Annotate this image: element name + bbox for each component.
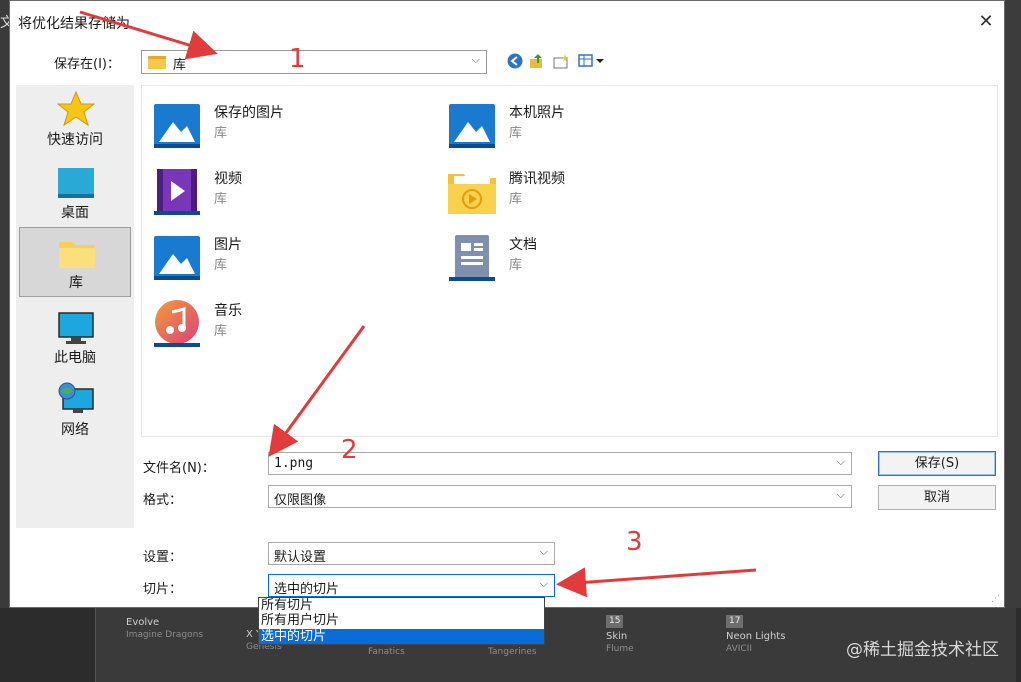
filename-label: 文件名(N)： <box>143 461 215 476</box>
place-quick-access[interactable]: 快速访问 <box>19 85 131 155</box>
dialog-title: 将优化结果存储为 <box>18 16 130 32</box>
save-in-label: 保存在(I)： <box>54 57 120 72</box>
save-in-value: 库 <box>173 58 187 73</box>
chevron-down-icon: ⌵ <box>539 545 548 558</box>
background-tile: Tangerines <box>488 647 537 657</box>
desktop-icon <box>58 168 94 198</box>
documents-library-icon <box>449 235 495 281</box>
videos-library-icon <box>154 169 200 215</box>
watermark: @稀土掘金技术社区 <box>846 640 999 660</box>
list-item[interactable]: 视频 库 <box>144 162 434 222</box>
item-type: 库 <box>214 126 228 141</box>
save-button[interactable]: 保存(S) <box>878 451 996 476</box>
place-label: 桌面 <box>61 205 89 221</box>
view-menu-button[interactable] <box>578 52 606 70</box>
dropdown-option[interactable]: 所有切片 <box>259 598 544 613</box>
places-bar: 快速访问 桌面 库 此电脑 网络 <box>16 85 134 528</box>
dropdown-option[interactable]: 所有用户切片 <box>259 613 544 628</box>
item-name: 视频 <box>214 171 242 187</box>
format-label: 格式： <box>143 493 183 508</box>
item-name: 保存的图片 <box>214 105 284 121</box>
star-icon <box>57 91 95 127</box>
filename-value: 1.png <box>274 456 314 471</box>
background-tile: Evolve Imagine Dragons <box>126 617 204 640</box>
item-name: 腾讯视频 <box>509 171 565 187</box>
new-folder-button[interactable] <box>552 52 570 70</box>
resize-grip[interactable]: ⋰ <box>991 594 1000 604</box>
item-name: 本机照片 <box>509 105 565 121</box>
list-item[interactable]: 保存的图片 库 <box>144 96 434 156</box>
item-type: 库 <box>509 192 523 207</box>
annotation-number: 1 <box>289 44 306 74</box>
list-item[interactable]: 音乐 库 <box>144 294 434 354</box>
pictures-library-icon <box>154 104 200 148</box>
item-type: 库 <box>214 192 228 207</box>
slices-label: 切片： <box>143 582 183 597</box>
place-library[interactable]: 库 <box>19 227 131 297</box>
back-button[interactable] <box>506 52 524 70</box>
view-grid-icon <box>578 54 604 67</box>
up-folder-icon <box>530 54 542 68</box>
chevron-down-icon: ⌵ <box>836 455 845 468</box>
background-tile: 17 Neon Lights AVICII <box>726 615 786 654</box>
dropdown-option[interactable]: 选中的切片 <box>259 629 544 644</box>
item-type: 库 <box>214 324 228 339</box>
library-folder-icon <box>59 242 95 268</box>
title-bar: 将优化结果存储为 ✕ <box>10 1 1004 41</box>
settings-label: 设置： <box>143 550 183 565</box>
annotation-number: 2 <box>341 435 358 465</box>
settings-select[interactable]: 默认设置 ⌵ <box>268 542 555 565</box>
up-one-level-button[interactable] <box>528 52 546 70</box>
annotation-number: 3 <box>626 527 643 557</box>
pictures-library-icon <box>154 236 200 280</box>
slices-value: 选中的切片 <box>274 582 340 597</box>
place-this-pc[interactable]: 此电脑 <box>19 303 131 373</box>
cancel-button[interactable]: 取消 <box>878 485 996 510</box>
item-name: 文档 <box>509 237 537 253</box>
settings-value: 默认设置 <box>274 550 327 565</box>
close-icon: ✕ <box>978 11 994 32</box>
file-list[interactable]: 保存的图片 库 本机照片 库 视频 库 腾讯视频 库 图片 库 文档 库 音乐 … <box>141 85 998 437</box>
back-arrow-icon <box>507 53 523 69</box>
item-name: 音乐 <box>214 303 242 319</box>
chevron-down-icon: ⌵ <box>836 488 845 501</box>
chevron-down-icon: ⌵ <box>471 53 480 66</box>
list-item[interactable]: 文档 库 <box>439 228 729 288</box>
format-value: 仅限图像 <box>274 493 327 508</box>
item-type: 库 <box>214 258 228 273</box>
pictures-library-icon <box>449 104 495 148</box>
computer-icon <box>58 312 94 344</box>
list-item[interactable]: 图片 库 <box>144 228 434 288</box>
place-label: 网络 <box>61 422 89 438</box>
music-library-icon <box>154 300 200 347</box>
slices-select[interactable]: 选中的切片 ⌵ <box>268 574 555 597</box>
save-dialog: 将优化结果存储为 ✕ 保存在(I)： 库 ⌵ 快速访问 桌面 库 此电脑 网络 … <box>9 0 1005 608</box>
tencent-video-folder-icon <box>448 174 496 214</box>
chevron-down-icon: ⌵ <box>539 577 548 590</box>
background-tile: 15 Skin Flume <box>606 615 634 654</box>
save-in-dropdown[interactable]: 库 ⌵ <box>141 50 487 74</box>
place-label: 库 <box>69 275 83 291</box>
new-folder-icon <box>553 54 569 69</box>
place-network[interactable]: 网络 <box>19 375 131 445</box>
place-label: 此电脑 <box>54 350 96 366</box>
folder-icon <box>148 56 166 69</box>
place-label: 快速访问 <box>47 132 103 148</box>
network-icon <box>58 382 94 413</box>
place-desktop[interactable]: 桌面 <box>19 158 131 228</box>
background-app-right <box>1005 0 1021 682</box>
background-tile: Fanatics <box>368 647 405 657</box>
format-select[interactable]: 仅限图像 ⌵ <box>268 485 852 508</box>
item-type: 库 <box>509 258 523 273</box>
list-item[interactable]: 腾讯视频 库 <box>439 162 729 222</box>
item-type: 库 <box>509 126 523 141</box>
item-name: 图片 <box>214 237 242 253</box>
close-button[interactable]: ✕ <box>971 7 1001 37</box>
slices-dropdown-list: 所有切片 所有用户切片 选中的切片 <box>258 597 545 645</box>
list-item[interactable]: 本机照片 库 <box>439 96 729 156</box>
